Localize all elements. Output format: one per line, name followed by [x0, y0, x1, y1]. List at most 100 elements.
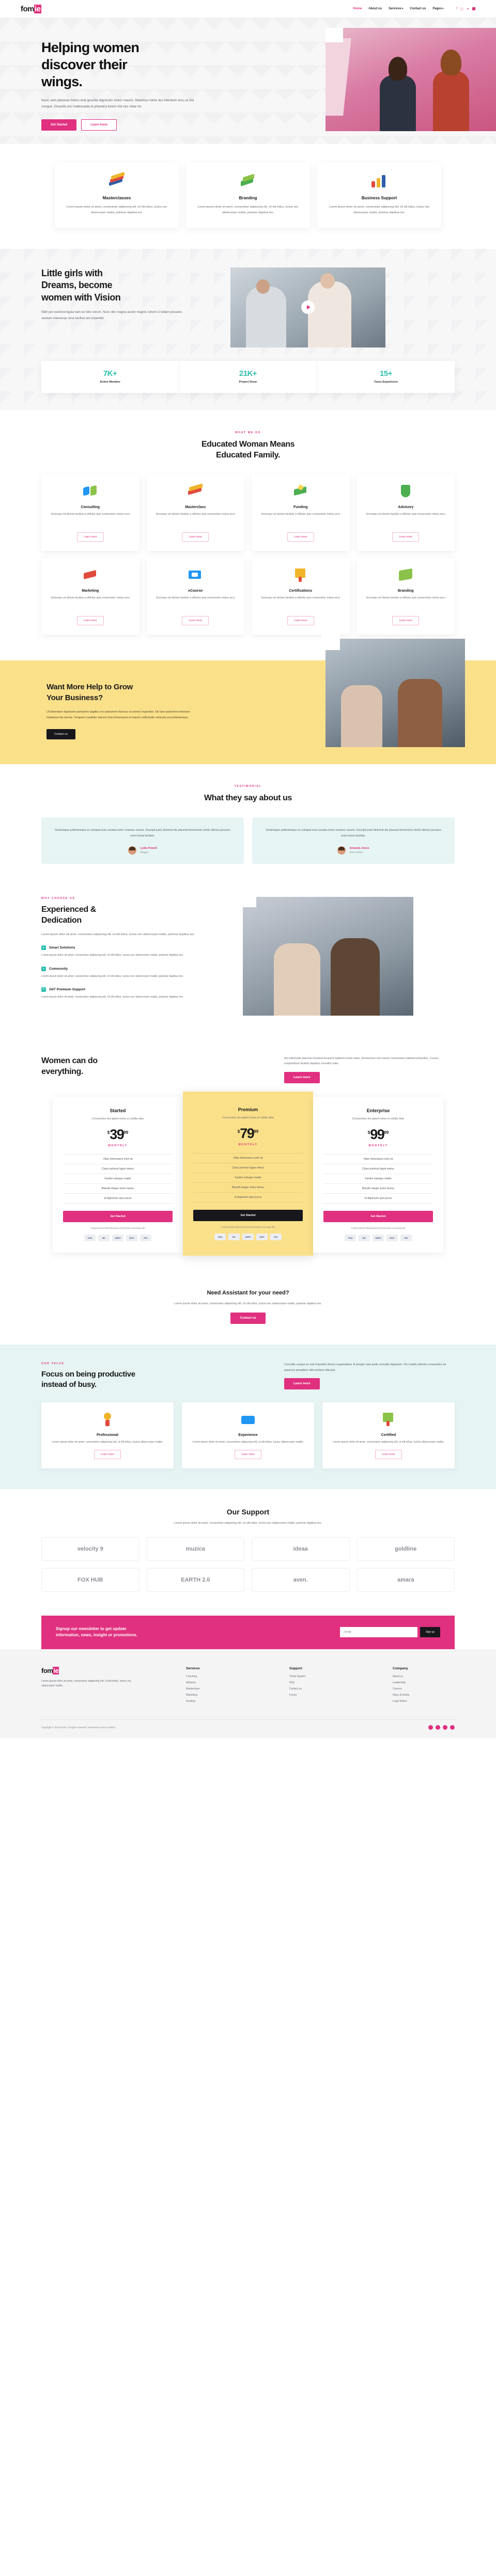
brand-logo-mark: ie [34, 4, 41, 13]
feature-card[interactable]: Masterclasses Lorem ipsum dolor sit amet… [55, 163, 179, 228]
header-socials: f ▢ ✦ [457, 7, 475, 11]
footer-link[interactable]: Advisory [186, 1681, 248, 1684]
learn-more-link[interactable]: Learn more [182, 532, 209, 542]
cta-contact-button[interactable]: Contact us [47, 729, 75, 740]
footer-link[interactable]: Ticket System [289, 1675, 351, 1678]
youtube-icon[interactable] [472, 7, 475, 10]
feature-card[interactable]: Business Support Lorem ipsum dolor sit a… [317, 163, 441, 228]
footer-link[interactable]: Masterclass [186, 1687, 248, 1690]
twitter-icon[interactable]: ✦ [467, 7, 469, 11]
nav-item-pages[interactable]: Pages▾ [432, 7, 443, 10]
footer-link[interactable]: Coaching [186, 1675, 248, 1678]
footer-link[interactable]: Marketing [186, 1694, 248, 1697]
pricing-learn-more-button[interactable]: Learn more [284, 1072, 320, 1083]
plan-note: Turpis laoreet blandit purus fermentum s… [351, 1226, 406, 1229]
feature-card[interactable]: Branding Lorem ipsum dolor sit amet, con… [186, 163, 310, 228]
assistant-contact-button[interactable]: Contact us [230, 1313, 266, 1324]
nav-item-about[interactable]: About us [368, 7, 382, 10]
facebook-icon[interactable] [428, 1725, 433, 1730]
experience-paragraph: Lorem ipsum dolor sit amet, consectetur … [41, 933, 195, 936]
learn-more-link[interactable]: Learn more [287, 616, 314, 625]
service-card[interactable]: Masterclass Sociosqu vel dictum facilisi… [146, 475, 244, 551]
productive-card-title: Experience [238, 1433, 258, 1437]
testimonial-name: Amanda Jones [349, 847, 369, 850]
learn-more-link[interactable]: Learn more [375, 1449, 402, 1459]
assistant-title: Need Assistant for your need? [207, 1289, 289, 1296]
service-card[interactable]: Certifications Sociosqu vel dictum facil… [252, 558, 350, 635]
learn-more-link[interactable]: Learn more [94, 1449, 121, 1459]
learn-more-link[interactable]: Learn more [392, 616, 420, 625]
footer-link[interactable]: Careers [393, 1687, 455, 1690]
productive-card[interactable]: Certified Lorem ipsum dolor sit amet, co… [322, 1402, 455, 1468]
play-button-icon[interactable] [301, 301, 315, 314]
pricing-description-block: Ad sollicitudin placerat tincidunt torqu… [284, 1056, 455, 1083]
youtube-icon[interactable] [450, 1725, 455, 1730]
instagram-icon[interactable]: ▢ [460, 7, 463, 11]
pricing-title-line: Women can do [41, 1056, 98, 1065]
footer-link[interactable]: Leadership [393, 1681, 455, 1684]
twitter-icon[interactable] [443, 1725, 447, 1730]
plan-feature: Blandit integer tortor fames [323, 1184, 433, 1194]
service-card[interactable]: Marketing Sociosqu vel dictum facilisis … [41, 558, 140, 635]
partner-logo-grid: velocity 9 muzica ideaa goldline FOX HUB… [41, 1537, 455, 1592]
productive-card[interactable]: Professional Lorem ipsum dolor sit amet,… [41, 1402, 174, 1468]
service-card[interactable]: Branding Sociosqu vel dictum facilisis a… [357, 558, 455, 635]
experience-item-title: 24/7 Premium Support [49, 987, 85, 991]
learn-more-link[interactable]: Learn more [76, 616, 104, 625]
learn-more-link[interactable]: Learn more [235, 1449, 261, 1459]
newsletter-email-input[interactable] [340, 1627, 418, 1638]
dreams-copy: Little girls with Dreams, become women w… [41, 267, 217, 322]
plan-period: MONTHLY [368, 1144, 388, 1147]
cta-copy: Want More Help to Grow Your Business? Ut… [41, 682, 248, 740]
footer-link[interactable]: Legal Notice [393, 1700, 455, 1703]
plan-get-started-button[interactable]: Get Started [63, 1210, 173, 1222]
hero-buttons: Get Started Learn more [41, 119, 222, 131]
brand-logo[interactable]: fom ie [21, 4, 41, 13]
learn-more-button[interactable]: Learn more [81, 119, 117, 131]
plan-period: MONTHLY [108, 1144, 128, 1147]
footer-bottom-bar: Copyright © 2022 fomie. All rights reser… [41, 1719, 455, 1738]
video-thumbnail[interactable] [230, 267, 385, 347]
experience-section: WHY CHOOSE US Experienced & Dedication L… [0, 886, 496, 1038]
productive-card[interactable]: Experience Lorem ipsum dolor sit amet, c… [182, 1402, 314, 1468]
plan-get-started-button[interactable]: Get Started [323, 1210, 433, 1222]
learn-more-link[interactable]: Learn more [287, 532, 314, 542]
footer-column-title: Services [186, 1666, 200, 1670]
nav-item-home[interactable]: Home [353, 7, 362, 10]
learn-more-link[interactable]: Learn more [182, 616, 209, 625]
footer-link[interactable]: Contact us [289, 1687, 351, 1690]
learn-more-link[interactable]: Learn more [392, 532, 420, 542]
nav-item-contact[interactable]: Contact us [410, 7, 426, 10]
plan-feature: Class pulvinar ligula metus [323, 1164, 433, 1174]
plan-get-started-button[interactable]: Get Started [193, 1209, 303, 1221]
services-grid: Consulting Sociosqu vel dictum facilisis… [41, 475, 455, 635]
experience-item-text: Lorem ipsum dolor sit amet, consectetur … [41, 954, 184, 957]
plan-note: Turpis laoreet blandit purus fermentum s… [90, 1226, 145, 1229]
footer-link[interactable]: News & Article [393, 1694, 455, 1697]
productive-learn-more-button[interactable]: Learn more [284, 1378, 320, 1390]
footer-link[interactable]: Funding [186, 1700, 248, 1703]
footer-columns: fom ie Lorem ipsum dolor sit amet, consec… [41, 1666, 455, 1706]
footer-link[interactable]: Forum [289, 1694, 351, 1697]
learn-more-link[interactable]: Learn more [76, 532, 104, 542]
get-started-button[interactable]: Get Started [41, 119, 77, 131]
service-title: Advisory [398, 505, 414, 509]
productive-title-line: Focus on being productive [41, 1370, 135, 1379]
instagram-icon[interactable] [436, 1725, 440, 1730]
service-card[interactable]: eCourse Sociosqu vel dictum facilisis a … [146, 558, 244, 635]
hero-person-1 [375, 54, 421, 131]
facebook-icon[interactable]: f [457, 7, 458, 10]
payment-cards: VISA MC AMEX DISC PAY [193, 1233, 303, 1240]
footer-link[interactable]: About us [393, 1675, 455, 1678]
partner-logo-muzica: muzica [146, 1537, 244, 1561]
service-card[interactable]: Consulting Sociosqu vel dictum facilisis… [41, 475, 140, 551]
productive-card-text: Lorem ipsum dolor sit amet, consectetur … [52, 1440, 163, 1444]
service-card[interactable]: Advisory Sociosqu vel dictum facilisis a… [357, 475, 455, 551]
nav-item-services[interactable]: Services▾ [389, 7, 403, 10]
certified-icon [380, 1412, 397, 1427]
service-card[interactable]: Funding Sociosqu vel dictum facilisis a … [252, 475, 350, 551]
newsletter-signup-button[interactable]: Sign up [420, 1627, 440, 1638]
footer-link[interactable]: FAQ [289, 1681, 351, 1684]
experience-item: ☺ Community Lorem ipsum dolor sit amet, … [41, 966, 227, 979]
footer-logo[interactable]: fom ie [41, 1666, 145, 1674]
